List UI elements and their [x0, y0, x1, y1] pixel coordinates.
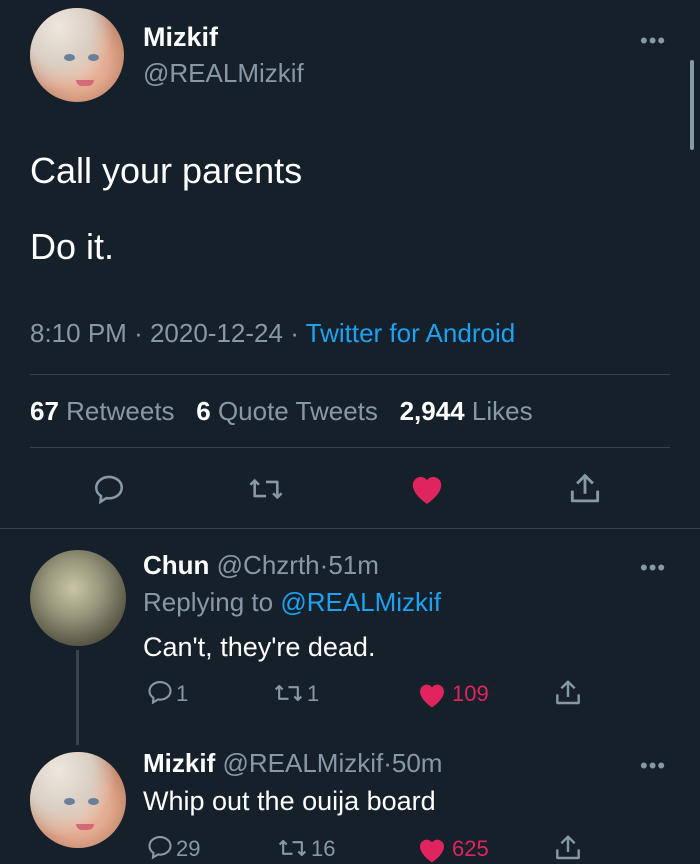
replying-to: Replying to @REALMizkif: [143, 587, 441, 618]
likes-count: 2,944: [399, 396, 465, 426]
author-name[interactable]: Mizkif: [143, 22, 218, 53]
retweets-count: 67: [30, 396, 59, 426]
tweet-text-line1: Call your parents: [30, 150, 303, 191]
retweet-count: 1: [307, 681, 320, 706]
retweet-count: 16: [311, 836, 336, 861]
retweets-label: Retweets: [66, 396, 175, 426]
reply-header: Mizkif @REALMizkif·50m: [143, 748, 442, 779]
replying-to-label: Replying to: [143, 587, 274, 617]
likes-stat[interactable]: 2,944 Likes: [400, 396, 533, 426]
reply-author-name[interactable]: Mizkif: [143, 748, 215, 778]
scrollbar-thumb[interactable]: [690, 60, 694, 150]
divider: [30, 447, 670, 448]
retweets-stat[interactable]: 67 Retweets: [30, 396, 182, 426]
tweet-date: 2020-12-24: [149, 318, 283, 348]
like-icon[interactable]: [416, 834, 448, 864]
reply-text: Whip out the ouija board: [143, 786, 436, 816]
divider: [0, 528, 700, 529]
retweet-icon[interactable]: [272, 679, 305, 707]
retweet-icon[interactable]: [276, 834, 309, 862]
replying-to-handle[interactable]: @REALMizkif: [280, 587, 441, 617]
thread-line: [76, 650, 79, 745]
reply-header: Chun @Chzrth·51m: [143, 550, 379, 581]
reply-icon[interactable]: [92, 472, 126, 506]
quotes-stat[interactable]: 6 Quote Tweets: [196, 396, 385, 426]
meta-separator: ·: [319, 550, 329, 580]
divider: [30, 374, 670, 375]
reply-author-handle[interactable]: @Chzrth: [217, 550, 320, 580]
avatar-hair: [30, 752, 126, 848]
reply-icon[interactable]: [146, 833, 174, 861]
reply-time[interactable]: 50m: [392, 748, 443, 778]
meta-separator: ·: [290, 318, 299, 348]
reply-author-name[interactable]: Chun: [143, 550, 209, 580]
author-handle[interactable]: @REALMizkif: [143, 58, 304, 89]
like-icon[interactable]: [416, 679, 448, 709]
tweet-source-link[interactable]: Twitter for Android: [306, 318, 516, 348]
reply-author-handle[interactable]: @REALMizkif: [222, 748, 383, 778]
author-avatar[interactable]: [30, 8, 124, 102]
meta-separator: ·: [134, 318, 143, 348]
avatar-hair: [30, 8, 124, 102]
avatar-eye-left: [64, 54, 75, 61]
avatar-eye-right: [88, 798, 99, 805]
avatar-eye-left: [64, 798, 75, 805]
share-icon[interactable]: [552, 677, 584, 709]
more-options-icon[interactable]: •••: [640, 755, 666, 777]
like-icon[interactable]: [408, 470, 446, 506]
tweet-time: 8:10 PM: [30, 318, 127, 348]
share-icon[interactable]: [552, 832, 584, 864]
reply-avatar[interactable]: [30, 550, 126, 646]
reply-text: Can't, they're dead.: [143, 632, 376, 662]
tweet-meta: 8:10 PM · 2020-12-24 · Twitter for Andro…: [30, 318, 515, 349]
meta-separator: ·: [383, 748, 392, 778]
reply-count: 1: [176, 681, 189, 706]
like-count: 625: [452, 836, 489, 861]
reply-icon[interactable]: [146, 678, 174, 706]
like-count: 109: [452, 681, 489, 706]
tweet-text-line2: Do it.: [30, 226, 115, 267]
quotes-count: 6: [196, 396, 211, 426]
tweet-stats: 67 Retweets 6 Quote Tweets 2,944 Likes: [30, 396, 533, 427]
share-icon[interactable]: [566, 470, 604, 508]
reply-time[interactable]: 51m: [328, 550, 379, 580]
retweet-icon[interactable]: [246, 472, 286, 506]
quotes-label: Quote Tweets: [217, 396, 378, 426]
reply-avatar[interactable]: [30, 752, 126, 848]
reply-count: 29: [176, 836, 201, 861]
more-options-icon[interactable]: •••: [640, 557, 666, 579]
avatar-eye-right: [88, 54, 99, 61]
likes-label: Likes: [471, 396, 533, 426]
more-options-icon[interactable]: •••: [640, 30, 666, 52]
